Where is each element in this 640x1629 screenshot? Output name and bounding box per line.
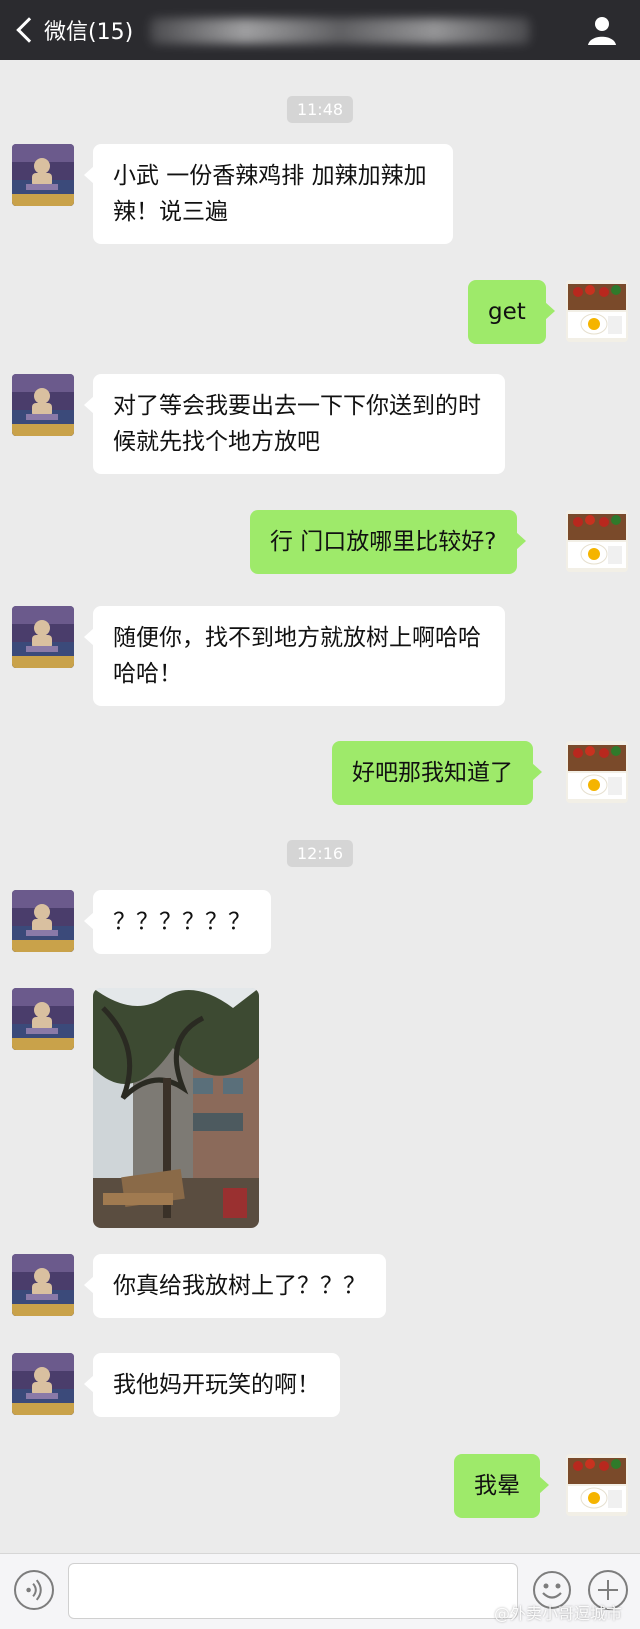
message-bubble-sent[interactable]: 行 门口放哪里比较好? — [250, 510, 526, 574]
timestamp: 11:48 — [286, 96, 354, 123]
contact-avatar[interactable] — [12, 1353, 74, 1415]
message-bubble-sent[interactable]: get — [468, 280, 555, 344]
self-avatar[interactable] — [566, 510, 628, 572]
message-bubble-received[interactable]: 你真给我放树上了？？？ — [84, 1254, 386, 1318]
blurred-contact-name — [150, 18, 530, 44]
message-bubble-received[interactable]: ？？？？？？ — [84, 890, 271, 954]
watermark: @外卖小哥逗城市 — [493, 1604, 622, 1623]
message-bubble-sent[interactable]: 好吧那我知道了 — [332, 741, 542, 805]
person-icon[interactable] — [586, 14, 618, 46]
contact-avatar[interactable] — [12, 890, 74, 952]
contact-avatar[interactable] — [12, 606, 74, 668]
timestamp: 12:16 — [286, 840, 354, 867]
chat-header: 微信(15) — [0, 0, 640, 60]
message-bubble-received[interactable]: 小武 一份香辣鸡排 加辣加辣加辣！说三遍 — [84, 144, 453, 244]
message-bubble-received[interactable]: 我他妈开玩笑的啊！ — [84, 1353, 340, 1417]
message-bubble-received[interactable]: 随便你，找不到地方就放树上啊哈哈哈哈！ — [84, 606, 505, 706]
self-avatar[interactable] — [566, 1454, 628, 1516]
voice-icon[interactable] — [14, 1570, 54, 1610]
contact-avatar[interactable] — [12, 144, 74, 206]
message-input[interactable] — [68, 1563, 518, 1619]
contact-avatar[interactable] — [12, 1254, 74, 1316]
self-avatar[interactable] — [566, 741, 628, 803]
back-button[interactable]: 微信(15) — [14, 12, 133, 48]
back-label: 微信(15) — [44, 20, 134, 45]
contact-avatar[interactable] — [12, 988, 74, 1050]
chevron-left-icon — [16, 17, 42, 43]
image-message[interactable] — [93, 988, 259, 1228]
message-bubble-sent[interactable]: 我晕 — [454, 1454, 549, 1518]
contact-avatar[interactable] — [12, 374, 74, 436]
message-bubble-received[interactable]: 对了等会我要出去一下下你送到的时候就先找个地方放吧 — [84, 374, 505, 474]
self-avatar[interactable] — [566, 280, 628, 342]
